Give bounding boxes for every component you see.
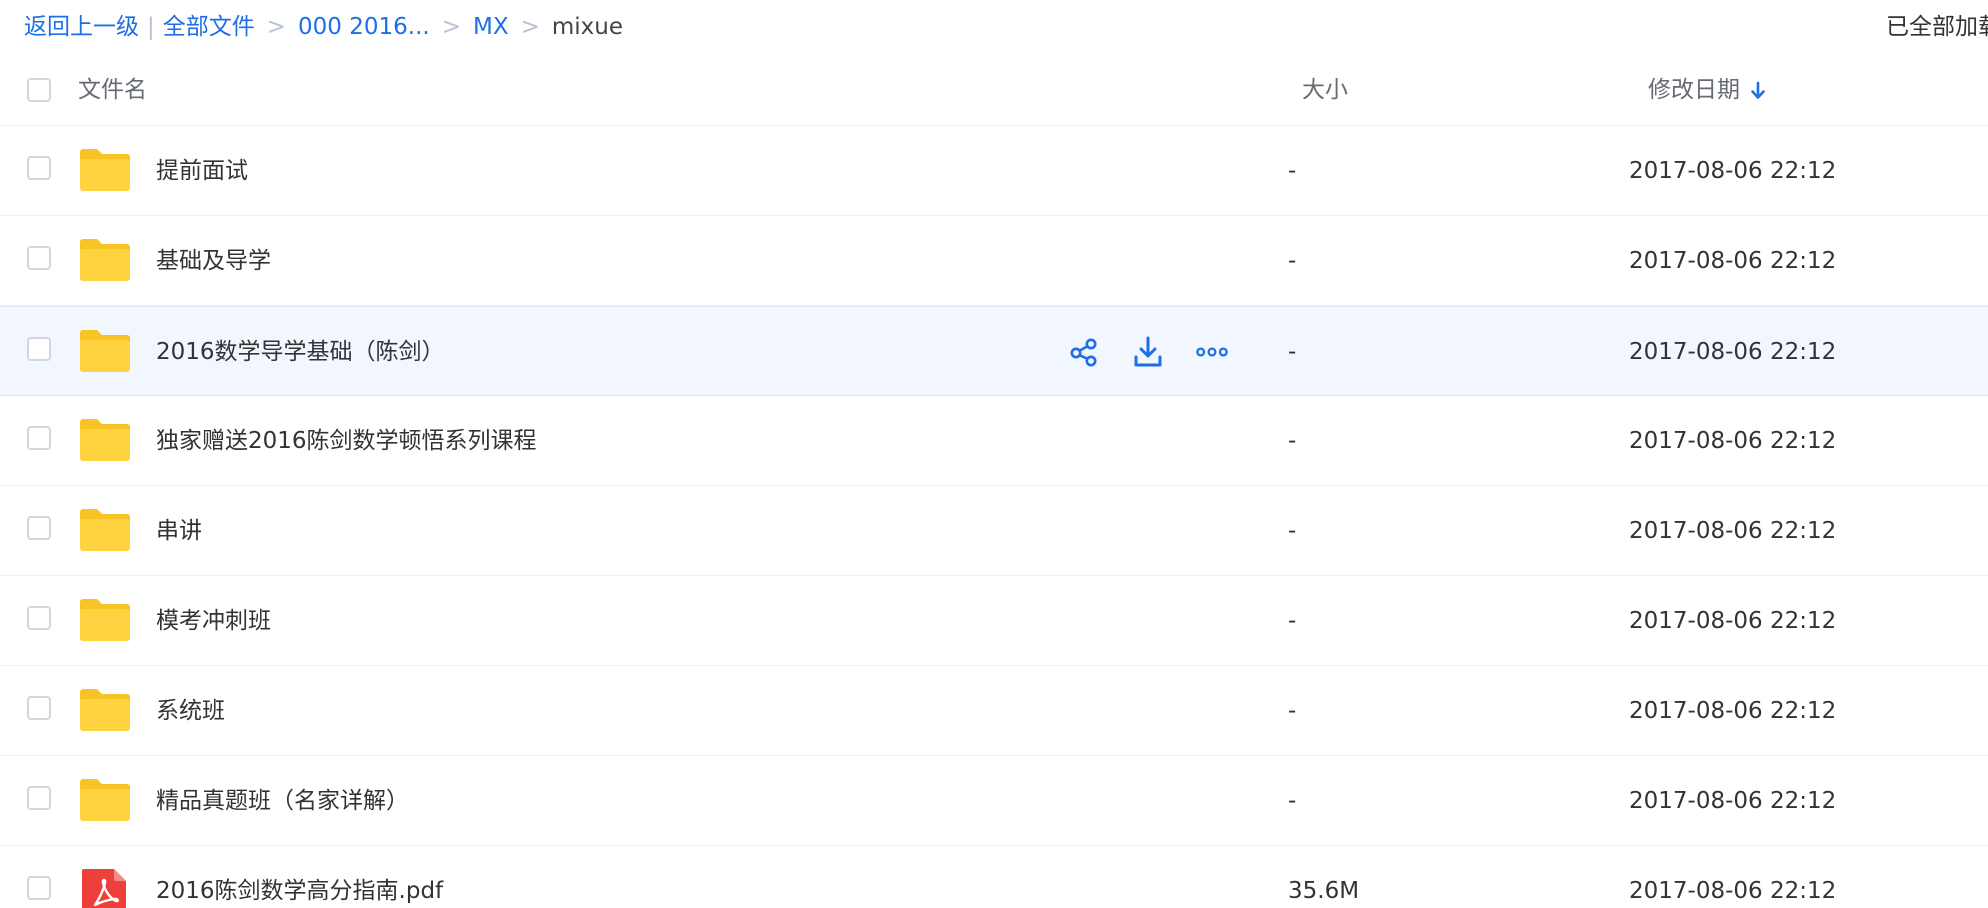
folder-icon [78,687,132,733]
column-header-date-label: 修改日期 [1648,77,1740,103]
file-name[interactable]: 精品真题班（名家详解） [156,784,409,818]
download-icon[interactable] [1132,334,1164,370]
file-size: - [1288,158,1297,184]
file-name[interactable]: 2016数学导学基础（陈剑） [156,335,445,369]
breadcrumb-item[interactable]: 000 2016... [298,10,430,44]
row-checkbox[interactable] [27,426,51,450]
file-date: 2017-08-06 22:12 [1629,878,1837,904]
file-name[interactable]: 基础及导学 [156,244,271,278]
row-checkbox[interactable] [27,876,51,900]
folder-icon [78,147,132,193]
file-list: 提前面试 - 2017-08-06 22:12 基础及导学 - 2017-08-06 2… [0,126,1988,908]
breadcrumb-current: mixue [551,14,624,40]
breadcrumb: 返回上一级 | 全部文件 > 000 2016... > MX > mixue [24,10,623,44]
folder-icon [78,237,132,283]
file-date: 2017-08-06 22:12 [1629,788,1837,814]
table-row[interactable]: 系统班 - 2017-08-06 22:12 [0,666,1988,756]
table-row[interactable]: 模考冲刺班 - 2017-08-06 22:12 [0,576,1988,666]
file-date: 2017-08-06 22:12 [1629,518,1837,544]
top-bar: 返回上一级 | 全部文件 > 000 2016... > MX > mixue … [0,0,1988,54]
table-row[interactable]: 2016陈剑数学高分指南.pdf 35.6M 2017-08-06 22:12 [0,846,1988,908]
folder-icon [78,597,132,643]
file-name[interactable]: 2016陈剑数学高分指南.pdf [156,874,443,908]
file-date: 2017-08-06 22:12 [1629,428,1837,454]
pdf-file-icon [78,867,132,908]
row-checkbox[interactable] [27,606,51,630]
table-row[interactable]: 串讲 - 2017-08-06 22:12 [0,486,1988,576]
folder-icon [78,507,132,553]
table-row[interactable]: 精品真题班（名家详解） - 2017-08-06 22:12 [0,756,1988,846]
row-checkbox[interactable] [27,516,51,540]
file-date: 2017-08-06 22:12 [1629,248,1837,274]
row-actions [1068,334,1228,370]
breadcrumb-separator: > [520,14,540,40]
file-date: 2017-08-06 22:12 [1629,158,1837,184]
row-checkbox[interactable] [27,696,51,720]
folder-icon [78,777,132,823]
table-row[interactable]: 2016数学导学基础（陈剑） - 2017-08-06 22:12 [0,306,1988,396]
file-name[interactable]: 系统班 [156,694,225,728]
load-status: 已全部加载 [1886,14,1988,40]
row-checkbox[interactable] [27,337,51,361]
row-checkbox[interactable] [27,786,51,810]
row-checkbox[interactable] [27,246,51,270]
file-size: - [1288,428,1297,454]
table-header: 文件名 大小 修改日期 [0,58,1988,126]
file-date: 2017-08-06 22:12 [1629,608,1837,634]
file-name[interactable]: 串讲 [156,514,202,548]
file-name[interactable]: 模考冲刺班 [156,604,271,638]
sort-desc-arrow-icon [1750,79,1766,101]
file-name[interactable]: 提前面试 [156,154,248,188]
back-link[interactable]: 返回上一级 [24,10,139,44]
row-checkbox[interactable] [27,156,51,180]
file-size: - [1288,339,1297,365]
file-size: - [1288,698,1297,724]
breadcrumb-separator: > [266,14,287,40]
select-all-checkbox[interactable] [27,78,51,102]
file-browser: 返回上一级 | 全部文件 > 000 2016... > MX > mixue … [0,0,1988,908]
share-icon[interactable] [1068,334,1100,370]
table-row[interactable]: 基础及导学 - 2017-08-06 22:12 [0,216,1988,306]
breadcrumb-item[interactable]: MX [473,10,509,44]
breadcrumb-all-files[interactable]: 全部文件 [163,10,255,44]
more-icon[interactable] [1196,334,1228,370]
breadcrumb-divider: | [147,14,155,40]
column-header-date[interactable]: 修改日期 [1648,74,1766,106]
file-size: - [1288,518,1297,544]
folder-icon [78,328,132,374]
breadcrumb-separator: > [441,14,461,40]
file-size: - [1288,608,1297,634]
table-row[interactable]: 独家赠送2016陈剑数学顿悟系列课程 - 2017-08-06 22:12 [0,396,1988,486]
file-size: - [1288,248,1297,274]
file-name[interactable]: 独家赠送2016陈剑数学顿悟系列课程 [156,424,537,458]
folder-icon [78,417,132,463]
file-date: 2017-08-06 22:12 [1629,698,1837,724]
table-row[interactable]: 提前面试 - 2017-08-06 22:12 [0,126,1988,216]
file-size: 35.6M [1288,878,1360,904]
file-size: - [1288,788,1297,814]
file-date: 2017-08-06 22:12 [1629,339,1837,365]
column-header-size[interactable]: 大小 [1302,74,1348,106]
column-header-name[interactable]: 文件名 [78,74,147,106]
